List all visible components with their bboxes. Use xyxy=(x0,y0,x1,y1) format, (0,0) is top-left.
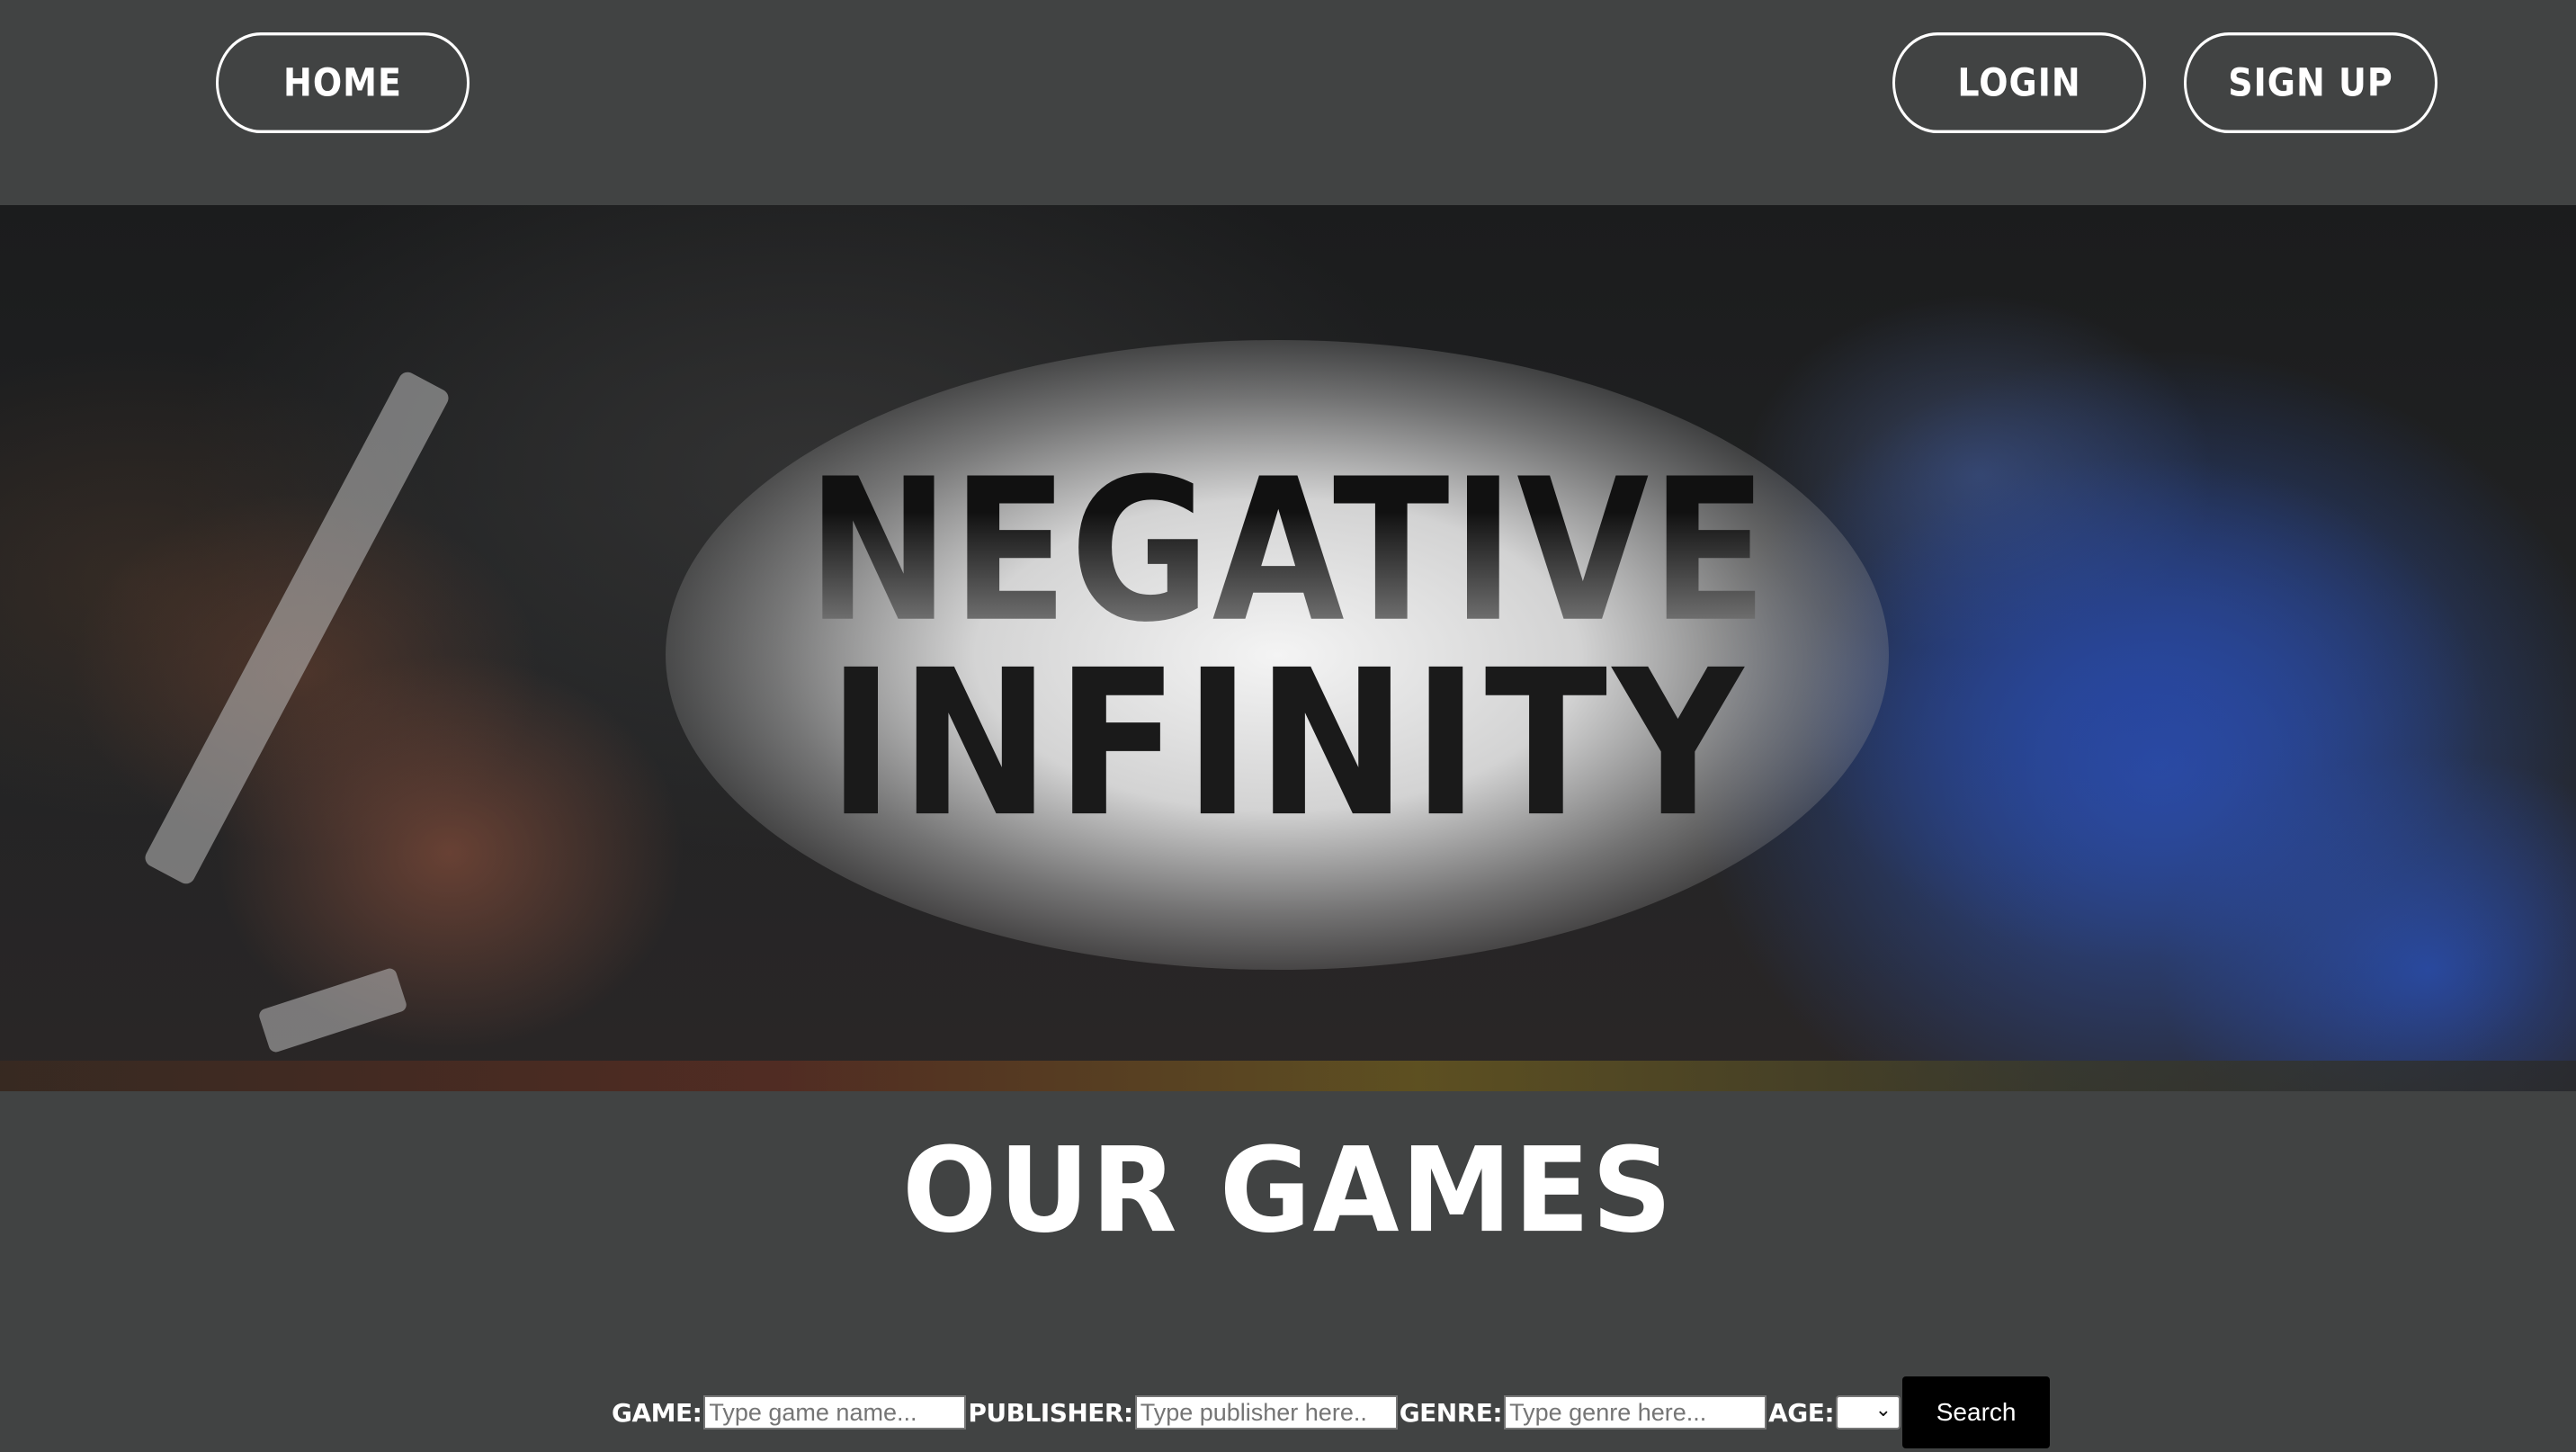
search-button[interactable]: Search xyxy=(1902,1376,2051,1448)
hero-banner: NEGATIVE INFINITY xyxy=(0,205,2576,1091)
game-name-input[interactable] xyxy=(703,1395,967,1430)
top-navigation: HOME LOGIN SIGN UP xyxy=(0,0,2576,205)
genre-input[interactable] xyxy=(1504,1395,1767,1430)
our-games-heading: OUR GAMES xyxy=(902,1123,1674,1259)
login-button[interactable]: LOGIN xyxy=(1892,32,2146,133)
age-label: AGE: xyxy=(1768,1397,1835,1428)
publisher-label: PUBLISHER: xyxy=(968,1397,1133,1428)
game-search-form: GAME: PUBLISHER: GENRE: AGE: ⌄ Search xyxy=(612,1376,2051,1448)
sign-up-button[interactable]: SIGN UP xyxy=(2184,32,2437,133)
hero-floor-strip xyxy=(0,1061,2576,1091)
hero-title-line2: INFINITY xyxy=(827,626,1749,862)
chevron-down-icon: ⌄ xyxy=(1874,1399,1892,1421)
genre-label: GENRE: xyxy=(1399,1397,1503,1428)
home-button[interactable]: HOME xyxy=(216,32,470,133)
hero-title-line1: NEGATIVE xyxy=(0,453,2576,650)
age-select[interactable]: ⌄ xyxy=(1836,1395,1901,1430)
publisher-input[interactable] xyxy=(1134,1395,1398,1430)
game-label: GAME: xyxy=(612,1397,702,1428)
